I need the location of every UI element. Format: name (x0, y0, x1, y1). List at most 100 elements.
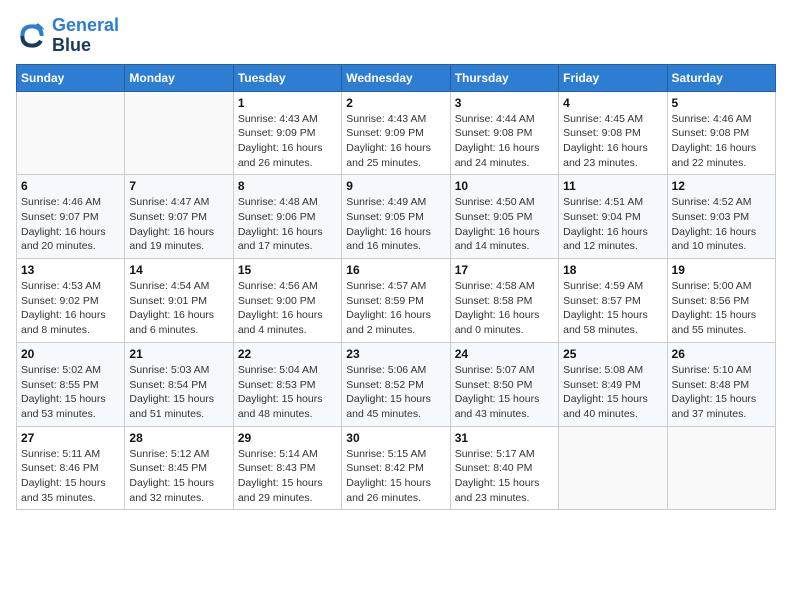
calendar-day-cell: 8 Sunrise: 4:48 AM Sunset: 9:06 PM Daylig… (233, 175, 341, 259)
day-info: Sunrise: 4:48 AM Sunset: 9:06 PM Dayligh… (238, 195, 337, 254)
calendar-day-cell: 9 Sunrise: 4:49 AM Sunset: 9:05 PM Daylig… (342, 175, 450, 259)
day-number: 13 (21, 263, 120, 277)
day-info: Sunrise: 4:51 AM Sunset: 9:04 PM Dayligh… (563, 195, 662, 254)
day-info: Sunrise: 4:57 AM Sunset: 8:59 PM Dayligh… (346, 279, 445, 338)
day-info: Sunrise: 5:10 AM Sunset: 8:48 PM Dayligh… (672, 363, 771, 422)
day-info: Sunrise: 5:06 AM Sunset: 8:52 PM Dayligh… (346, 363, 445, 422)
logo-text: GeneralBlue (52, 16, 119, 56)
day-info: Sunrise: 5:00 AM Sunset: 8:56 PM Dayligh… (672, 279, 771, 338)
calendar-day-cell: 3Sunrise: 4:44 AM Sunset: 9:08 PM Daylig… (450, 91, 558, 175)
day-number: 23 (346, 347, 445, 361)
day-info: Sunrise: 5:12 AM Sunset: 8:45 PM Dayligh… (129, 447, 228, 506)
day-number: 27 (21, 431, 120, 445)
calendar-day-cell: 21 Sunrise: 5:03 AM Sunset: 8:54 PM Dayli… (125, 342, 233, 426)
calendar-day-cell: 13 Sunrise: 4:53 AM Sunset: 9:02 PM Dayli… (17, 259, 125, 343)
calendar-day-cell: 29 Sunrise: 5:14 AM Sunset: 8:43 PM Dayli… (233, 426, 341, 510)
calendar-body: 1 Sunrise: 4:43 AM Sunset: 9:09 PM Daylig… (17, 91, 776, 510)
calendar-day-cell: 10 Sunrise: 4:50 AM Sunset: 9:05 PM Dayli… (450, 175, 558, 259)
day-number: 6 (21, 179, 120, 193)
day-number: 29 (238, 431, 337, 445)
calendar-day-cell: 23 Sunrise: 5:06 AM Sunset: 8:52 PM Dayli… (342, 342, 450, 426)
day-info: Sunrise: 4:46 AM Sunset: 9:07 PM Dayligh… (21, 195, 120, 254)
calendar-day-cell: 12 Sunrise: 4:52 AM Sunset: 9:03 PM Dayli… (667, 175, 775, 259)
day-number: 31 (455, 431, 554, 445)
calendar-day-cell: 30Sunrise: 5:15 AM Sunset: 8:42 PM Dayli… (342, 426, 450, 510)
day-number: 28 (129, 431, 228, 445)
calendar-day-cell: 22Sunrise: 5:04 AM Sunset: 8:53 PM Dayli… (233, 342, 341, 426)
day-number: 18 (563, 263, 662, 277)
day-info: Sunrise: 5:08 AM Sunset: 8:49 PM Dayligh… (563, 363, 662, 422)
day-info: Sunrise: 4:45 AM Sunset: 9:08 PM Dayligh… (563, 112, 662, 171)
day-number: 5 (672, 96, 771, 110)
day-info: Sunrise: 4:59 AM Sunset: 8:57 PM Dayligh… (563, 279, 662, 338)
weekday-header-cell: Friday (559, 64, 667, 91)
weekday-header-cell: Sunday (17, 64, 125, 91)
day-info: Sunrise: 4:58 AM Sunset: 8:58 PM Dayligh… (455, 279, 554, 338)
calendar-day-cell: 19 Sunrise: 5:00 AM Sunset: 8:56 PM Dayli… (667, 259, 775, 343)
day-number: 2 (346, 96, 445, 110)
day-number: 21 (129, 347, 228, 361)
calendar-day-cell: 7Sunrise: 4:47 AM Sunset: 9:07 PM Daylig… (125, 175, 233, 259)
day-number: 15 (238, 263, 337, 277)
day-number: 14 (129, 263, 228, 277)
calendar-day-cell (667, 426, 775, 510)
calendar-day-cell: 31Sunrise: 5:17 AM Sunset: 8:40 PM Dayli… (450, 426, 558, 510)
day-info: Sunrise: 4:50 AM Sunset: 9:05 PM Dayligh… (455, 195, 554, 254)
weekday-header-cell: Monday (125, 64, 233, 91)
weekday-header-cell: Thursday (450, 64, 558, 91)
day-info: Sunrise: 5:03 AM Sunset: 8:54 PM Dayligh… (129, 363, 228, 422)
day-info: Sunrise: 4:43 AM Sunset: 9:09 PM Dayligh… (238, 112, 337, 171)
day-number: 19 (672, 263, 771, 277)
day-number: 7 (129, 179, 228, 193)
day-info: Sunrise: 4:43 AM Sunset: 9:09 PM Dayligh… (346, 112, 445, 171)
day-info: Sunrise: 4:56 AM Sunset: 9:00 PM Dayligh… (238, 279, 337, 338)
day-info: Sunrise: 4:54 AM Sunset: 9:01 PM Dayligh… (129, 279, 228, 338)
calendar-week-row: 13 Sunrise: 4:53 AM Sunset: 9:02 PM Dayli… (17, 259, 776, 343)
calendar-table: SundayMondayTuesdayWednesdayThursdayFrid… (16, 64, 776, 511)
weekday-header-cell: Wednesday (342, 64, 450, 91)
day-info: Sunrise: 4:46 AM Sunset: 9:08 PM Dayligh… (672, 112, 771, 171)
day-info: Sunrise: 4:53 AM Sunset: 9:02 PM Dayligh… (21, 279, 120, 338)
day-number: 4 (563, 96, 662, 110)
calendar-day-cell: 2 Sunrise: 4:43 AM Sunset: 9:09 PM Daylig… (342, 91, 450, 175)
day-number: 12 (672, 179, 771, 193)
day-info: Sunrise: 5:02 AM Sunset: 8:55 PM Dayligh… (21, 363, 120, 422)
day-number: 26 (672, 347, 771, 361)
day-number: 9 (346, 179, 445, 193)
calendar-day-cell: 15 Sunrise: 4:56 AM Sunset: 9:00 PM Dayli… (233, 259, 341, 343)
calendar-day-cell: 5 Sunrise: 4:46 AM Sunset: 9:08 PM Daylig… (667, 91, 775, 175)
weekday-header-cell: Tuesday (233, 64, 341, 91)
day-info: Sunrise: 4:52 AM Sunset: 9:03 PM Dayligh… (672, 195, 771, 254)
day-info: Sunrise: 5:15 AM Sunset: 8:42 PM Dayligh… (346, 447, 445, 506)
day-info: Sunrise: 5:04 AM Sunset: 8:53 PM Dayligh… (238, 363, 337, 422)
calendar-day-cell: 16Sunrise: 4:57 AM Sunset: 8:59 PM Dayli… (342, 259, 450, 343)
calendar-day-cell: 6 Sunrise: 4:46 AM Sunset: 9:07 PM Daylig… (17, 175, 125, 259)
calendar-week-row: 27 Sunrise: 5:11 AM Sunset: 8:46 PM Dayli… (17, 426, 776, 510)
calendar-day-cell: 27 Sunrise: 5:11 AM Sunset: 8:46 PM Dayli… (17, 426, 125, 510)
logo: GeneralBlue (16, 16, 119, 56)
day-number: 10 (455, 179, 554, 193)
page-header: GeneralBlue (16, 16, 776, 56)
day-info: Sunrise: 4:44 AM Sunset: 9:08 PM Dayligh… (455, 112, 554, 171)
day-number: 20 (21, 347, 120, 361)
calendar-day-cell (125, 91, 233, 175)
calendar-day-cell: 28 Sunrise: 5:12 AM Sunset: 8:45 PM Dayli… (125, 426, 233, 510)
day-info: Sunrise: 5:14 AM Sunset: 8:43 PM Dayligh… (238, 447, 337, 506)
day-number: 8 (238, 179, 337, 193)
day-info: Sunrise: 5:11 AM Sunset: 8:46 PM Dayligh… (21, 447, 120, 506)
calendar-day-cell: 1 Sunrise: 4:43 AM Sunset: 9:09 PM Daylig… (233, 91, 341, 175)
calendar-day-cell: 11 Sunrise: 4:51 AM Sunset: 9:04 PM Dayli… (559, 175, 667, 259)
logo-icon (16, 20, 48, 52)
day-number: 25 (563, 347, 662, 361)
calendar-day-cell: 14 Sunrise: 4:54 AM Sunset: 9:01 PM Dayli… (125, 259, 233, 343)
calendar-day-cell: 4 Sunrise: 4:45 AM Sunset: 9:08 PM Daylig… (559, 91, 667, 175)
day-number: 11 (563, 179, 662, 193)
day-number: 1 (238, 96, 337, 110)
calendar-week-row: 6 Sunrise: 4:46 AM Sunset: 9:07 PM Daylig… (17, 175, 776, 259)
calendar-day-cell: 18 Sunrise: 4:59 AM Sunset: 8:57 PM Dayli… (559, 259, 667, 343)
day-info: Sunrise: 5:07 AM Sunset: 8:50 PM Dayligh… (455, 363, 554, 422)
day-number: 17 (455, 263, 554, 277)
day-info: Sunrise: 4:49 AM Sunset: 9:05 PM Dayligh… (346, 195, 445, 254)
calendar-day-cell: 17 Sunrise: 4:58 AM Sunset: 8:58 PM Dayli… (450, 259, 558, 343)
calendar-day-cell: 26 Sunrise: 5:10 AM Sunset: 8:48 PM Dayli… (667, 342, 775, 426)
